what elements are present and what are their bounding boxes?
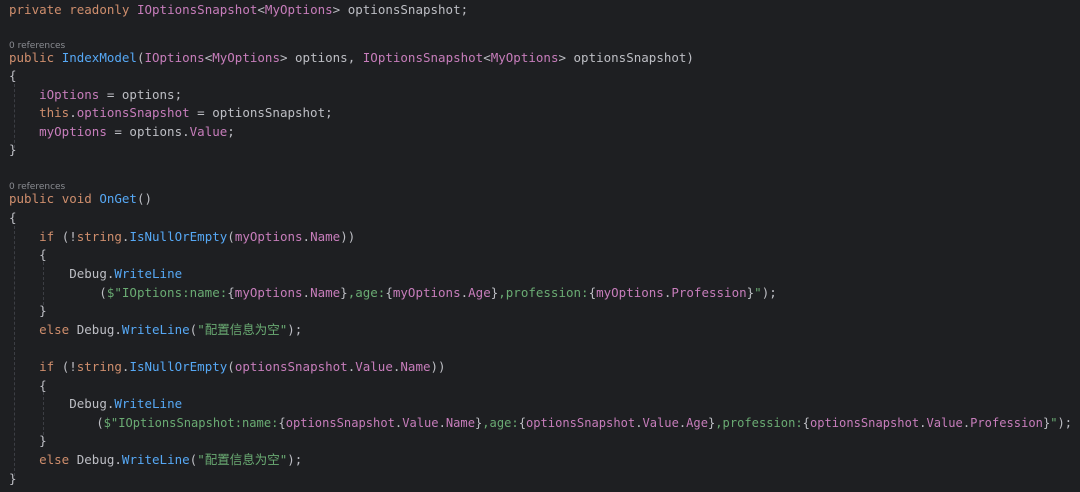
code-line-else-debug[interactable]: else Debug.WriteLine("配置信息为空"); — [9, 451, 302, 469]
keyword-public: public — [9, 50, 55, 65]
property-value: Value — [926, 416, 963, 430]
code-line-debug-writeline[interactable]: Debug.WriteLine — [9, 395, 182, 413]
method-isnullorempty: IsNullOrEmpty — [129, 229, 228, 244]
property-profession: Profession — [671, 285, 747, 300]
param-options: options — [295, 50, 348, 65]
code-line-if-myoptions[interactable]: if (!string.IsNullOrEmpty(myOptions.Name… — [9, 228, 355, 246]
field-optionssnapshot: optionsSnapshot — [285, 416, 395, 430]
code-line-field-declaration[interactable]: private readonly IOptionsSnapshot<MyOpti… — [9, 1, 468, 19]
keyword-string: string — [76, 359, 122, 374]
property-name: Name — [445, 416, 475, 430]
code-line-assign-ioptions[interactable]: iOptions = options; — [9, 86, 182, 104]
property-value: Value — [642, 416, 679, 430]
code-line-open-brace[interactable]: { — [9, 377, 47, 395]
string-literal: ,age: — [347, 285, 386, 300]
code-line-open-brace[interactable]: { — [9, 67, 17, 85]
property-name: Name — [400, 359, 431, 374]
keyword-private: private — [9, 2, 62, 17]
code-line-close-brace[interactable]: } — [9, 141, 17, 159]
field-optionssnapshot: optionsSnapshot — [76, 105, 190, 120]
property-age: Age — [686, 416, 708, 430]
type-ioptionssnapshot: IOptionsSnapshot — [362, 50, 484, 65]
string-literal: " — [754, 285, 762, 300]
class-debug: Debug — [76, 322, 115, 337]
param-optionssnapshot: optionsSnapshot — [212, 105, 326, 120]
property-profession: Profession — [970, 416, 1043, 430]
method-writeline: WriteLine — [121, 322, 190, 337]
property-value: Value — [402, 416, 439, 430]
field-optionssnapshot: optionsSnapshot — [809, 416, 920, 430]
class-debug: Debug — [69, 266, 107, 281]
code-line-open-brace[interactable]: { — [9, 209, 17, 227]
string-literal: ,profession: — [498, 285, 589, 300]
type-myoptions: MyOptions — [490, 50, 559, 65]
method-writeline: WriteLine — [114, 396, 183, 411]
property-name: Name — [310, 285, 341, 300]
code-line-onget-signature[interactable]: public void OnGet() — [9, 190, 152, 208]
property-value: Value — [189, 124, 228, 139]
keyword-else: else — [39, 452, 70, 467]
method-writeline: WriteLine — [121, 452, 190, 467]
keyword-void: void — [61, 191, 92, 206]
type-ioptions: IOptions — [144, 50, 205, 65]
keyword-if: if — [39, 229, 55, 244]
keyword-readonly: readonly — [69, 2, 130, 17]
keyword-public: public — [9, 191, 55, 206]
code-line-constructor-signature[interactable]: public IndexModel(IOptions<MyOptions> op… — [9, 49, 694, 67]
string-literal: ,age: — [482, 416, 519, 430]
string-literal: $"IOptionsSnapshot:name: — [103, 416, 279, 430]
code-line-interpolated-string[interactable]: ($"IOptions:name:{myOptions.Name},age:{m… — [9, 284, 776, 302]
string-literal: $"IOptions:name: — [106, 285, 228, 300]
code-line-open-brace[interactable]: { — [9, 246, 47, 264]
keyword-this: this — [39, 105, 70, 120]
code-line-close-brace[interactable]: } — [9, 432, 47, 450]
field-myoptions: myOptions — [234, 285, 303, 300]
field-myoptions: myOptions — [234, 229, 303, 244]
code-line-close-brace[interactable]: } — [9, 302, 47, 320]
type-myoptions: MyOptions — [212, 50, 280, 65]
method-writeline: WriteLine — [114, 266, 183, 281]
type-ioptionssnapshot: IOptionsSnapshot — [136, 2, 258, 17]
keyword-string: string — [76, 229, 122, 244]
type-myoptions: MyOptions — [264, 2, 333, 17]
code-line-interpolated-string[interactable]: ($"IOptionsSnapshot:name:{optionsSnapsho… — [9, 414, 1072, 432]
code-line-assign-snapshot[interactable]: this.optionsSnapshot = optionsSnapshot; — [9, 104, 333, 122]
param-optionssnapshot: optionsSnapshot — [573, 50, 687, 65]
constructor-indexmodel: IndexModel — [61, 50, 137, 65]
code-line-assign-myoptions[interactable]: myOptions = options.Value; — [9, 123, 235, 141]
field-myoptions: myOptions — [392, 285, 461, 300]
field-myoptions: myOptions — [39, 124, 107, 139]
code-editor[interactable]: private readonly IOptionsSnapshot<MyOpti… — [0, 0, 1080, 492]
field-myoptions: myOptions — [596, 285, 664, 300]
string-literal: "配置信息为空" — [197, 322, 288, 337]
field-ioptions: iOptions — [39, 87, 100, 102]
property-age: Age — [468, 285, 491, 300]
field-optionssnapshot: optionsSnapshot — [347, 2, 461, 17]
param-options: options — [129, 124, 183, 139]
field-optionssnapshot: optionsSnapshot — [525, 416, 636, 430]
string-literal: ,profession: — [715, 416, 803, 430]
property-name: Name — [310, 229, 341, 244]
string-literal: "配置信息为空" — [197, 452, 288, 467]
class-debug: Debug — [69, 396, 107, 411]
keyword-else: else — [39, 322, 70, 337]
class-debug: Debug — [76, 452, 115, 467]
method-isnullorempty: IsNullOrEmpty — [129, 359, 228, 374]
code-line-debug-writeline[interactable]: Debug.WriteLine — [9, 265, 182, 283]
property-value: Value — [355, 359, 393, 374]
method-onget: OnGet — [99, 191, 137, 206]
field-optionssnapshot: optionsSnapshot — [234, 359, 348, 374]
code-line-else-debug[interactable]: else Debug.WriteLine("配置信息为空"); — [9, 321, 302, 339]
code-line-close-brace[interactable]: } — [9, 470, 17, 488]
code-line-if-optionssnapshot[interactable]: if (!string.IsNullOrEmpty(optionsSnapsho… — [9, 358, 445, 376]
string-literal: " — [1050, 416, 1058, 430]
keyword-if: if — [39, 359, 55, 374]
param-options: options — [121, 87, 175, 102]
